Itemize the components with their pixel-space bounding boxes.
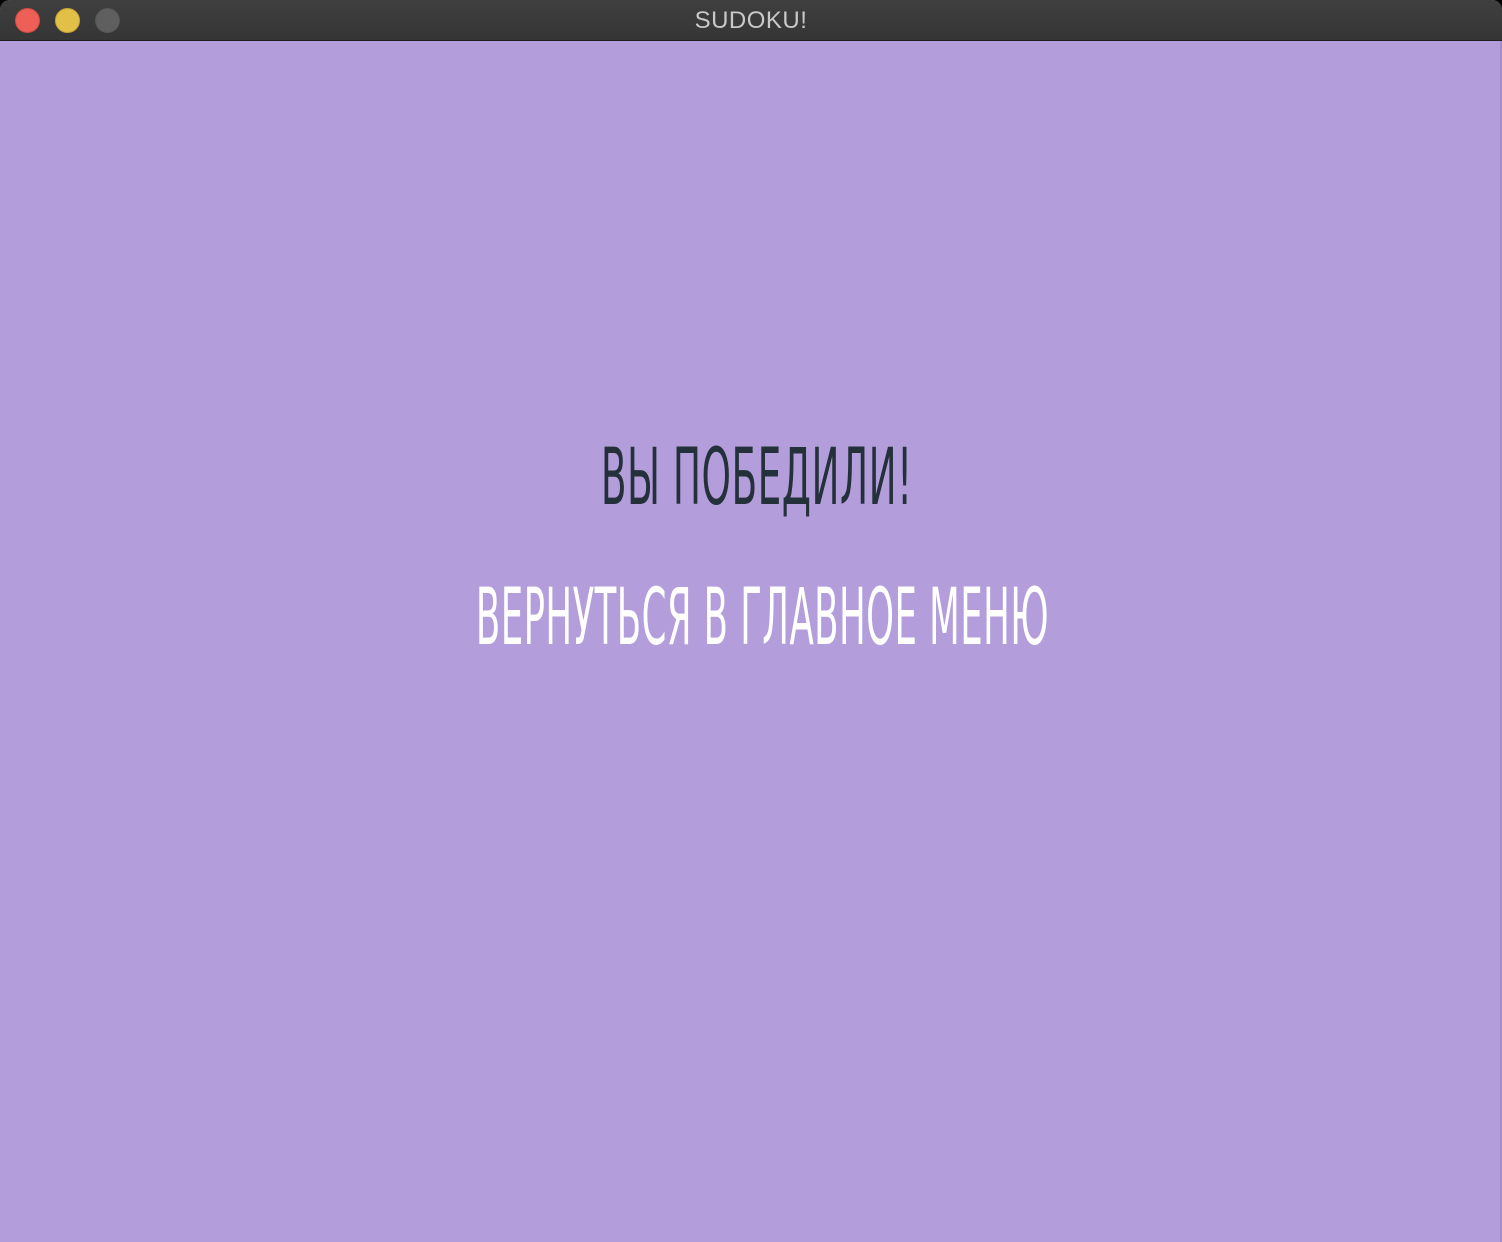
victory-message: ВЫ ПОБЕДИЛИ! (600, 433, 913, 523)
back-to-main-menu-button[interactable]: ВЕРНУТЬСЯ В ГЛАВНОЕ МЕНЮ (421, 573, 1104, 663)
title-bar[interactable]: SUDOKU! (0, 0, 1502, 41)
game-screen: ВЫ ПОБЕДИЛИ! ВЕРНУТЬСЯ В ГЛАВНОЕ МЕНЮ (0, 41, 1502, 1242)
app-window: SUDOKU! ВЫ ПОБЕДИЛИ! ВЕРНУТЬСЯ В ГЛАВНОЕ… (0, 0, 1502, 1242)
window-title: SUDOKU! (694, 7, 808, 34)
